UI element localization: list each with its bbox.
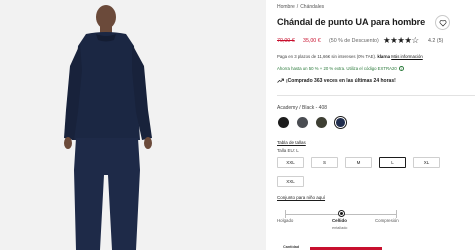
- color-swatch-academy-navy[interactable]: [334, 116, 347, 129]
- info-icon[interactable]: i: [398, 66, 404, 72]
- size-option-xl[interactable]: XL: [413, 157, 440, 168]
- installments-text: Paga en 3 plazos de 11,66€ sin intereses…: [277, 54, 377, 59]
- color-swatch-olive-black[interactable]: [316, 117, 327, 128]
- color-selected-label: Academy / Black - 408: [277, 105, 328, 111]
- breadcrumb-separator: /: [296, 4, 299, 10]
- breadcrumb-item[interactable]: Chándales: [300, 4, 324, 10]
- heart-icon: [439, 19, 446, 26]
- original-price: 70,00 €: [277, 38, 295, 44]
- size-option-l[interactable]: L: [379, 157, 406, 168]
- product-info-panel: Hombre / Chándales Chándal de punto UA par…: [277, 0, 475, 250]
- klarna-logo: klarna: [377, 54, 391, 59]
- size-option-m[interactable]: M: [345, 157, 372, 168]
- more-info-link[interactable]: Más información: [391, 54, 423, 59]
- size-guide-link[interactable]: Tabla de tallas: [277, 140, 306, 145]
- rating-score[interactable]: 4.2 (5): [428, 38, 443, 44]
- color-swatch-black[interactable]: [278, 117, 289, 128]
- social-proof: ¡Comprado 363 veces en las últimas 24 ho…: [277, 78, 396, 84]
- fit-slider-handle[interactable]: [338, 210, 345, 217]
- wishlist-button[interactable]: [435, 15, 450, 30]
- fit-label-fitted: Ceñido: [332, 218, 347, 223]
- quantity-label: Cantidad: [283, 245, 300, 249]
- fit-label-compression: Compresión: [375, 218, 399, 223]
- promo-text: Ahorra hasta un 50 % + 20 % extra. Utili…: [277, 66, 397, 71]
- promo-message: Ahorra hasta un 50 % + 20 % extra. Utili…: [277, 66, 404, 72]
- discount-badge: (50 % de Descuento): [329, 38, 379, 44]
- product-photo-model: [0, 0, 266, 250]
- installments-info: Paga en 3 plazos de 11,66€ sin intereses…: [277, 54, 423, 59]
- size-selected-label: Talla EU: L: [277, 148, 299, 153]
- sale-price: 35,00 €: [303, 38, 321, 44]
- size-option-xxl[interactable]: XXL: [277, 157, 304, 168]
- fit-sub-label: entallado: [332, 226, 348, 230]
- fit-label-loose: Holgado: [277, 218, 294, 223]
- breadcrumb: Hombre / Chándales: [277, 4, 324, 10]
- kids-set-link[interactable]: Conjunto para niño aquí: [277, 195, 325, 200]
- product-title: Chándal de punto UA para hombre: [277, 17, 426, 27]
- size-option-xxl-2[interactable]: XXL: [277, 176, 304, 187]
- trending-up-icon: [277, 78, 284, 83]
- fit-tick: [396, 210, 397, 218]
- breadcrumb-item[interactable]: Hombre: [277, 4, 295, 10]
- fit-tick: [285, 210, 286, 218]
- rating-stars[interactable]: ★★★★☆: [383, 35, 419, 46]
- social-proof-text: ¡Comprado 363 veces en las últimas 24 ho…: [286, 78, 396, 84]
- divider: [277, 95, 475, 96]
- color-swatch-pitch-gray[interactable]: [297, 117, 308, 128]
- size-option-s[interactable]: S: [311, 157, 338, 168]
- product-image[interactable]: [0, 0, 266, 250]
- price-row: 70,00 € 35,00 € (50 % de Descuento) ★★★★…: [277, 35, 475, 47]
